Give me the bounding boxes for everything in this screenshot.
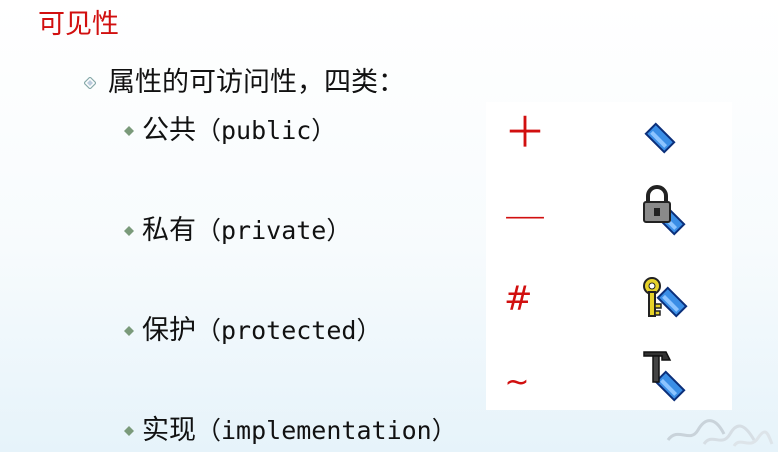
sub-item-protected-en: （protected） [196, 316, 382, 345]
hollow-diamond-bullet-icon [84, 77, 96, 89]
public-symbol: ＋ [504, 108, 547, 157]
implementation-hammer-icon [640, 346, 692, 406]
visibility-symbol-panel: ＋ — # ~ [486, 102, 732, 410]
sub-item-private-cn: 私有 [142, 215, 196, 246]
diamond-bullet-icon [124, 126, 134, 136]
sub-item-protected-cn: 保护 [142, 315, 196, 346]
sub-item-public-cn: 公共 [142, 115, 196, 146]
decorative-swirl-icon [664, 404, 774, 452]
sub-item-public: 公共 （public） [124, 114, 336, 148]
public-diamond-icon [640, 116, 680, 156]
top-level-bullet: 属性的可访问性，四类： [84, 66, 405, 100]
sub-item-protected: 保护 （protected） [124, 314, 381, 348]
protected-symbol: # [504, 279, 533, 319]
private-lock-icon [640, 182, 690, 244]
private-symbol: — [504, 190, 546, 239]
sub-item-private: 私有 （private） [124, 214, 351, 248]
sub-item-private-en: （private） [196, 216, 352, 245]
sub-item-implementation-cn: 实现 [142, 415, 196, 446]
protected-key-icon [640, 274, 692, 326]
sub-item-implementation: 实现 （implementation） [124, 414, 457, 448]
sub-item-implementation-en: （implementation） [196, 416, 457, 445]
top-level-bullet-text: 属性的可访问性，四类： [108, 67, 405, 98]
diamond-bullet-icon [124, 426, 134, 436]
diamond-bullet-icon [124, 326, 134, 336]
slide-title: 可见性 [38, 9, 119, 40]
sub-item-public-en: （public） [196, 116, 337, 145]
implementation-symbol: ~ [504, 365, 530, 400]
diamond-bullet-icon [124, 226, 134, 236]
